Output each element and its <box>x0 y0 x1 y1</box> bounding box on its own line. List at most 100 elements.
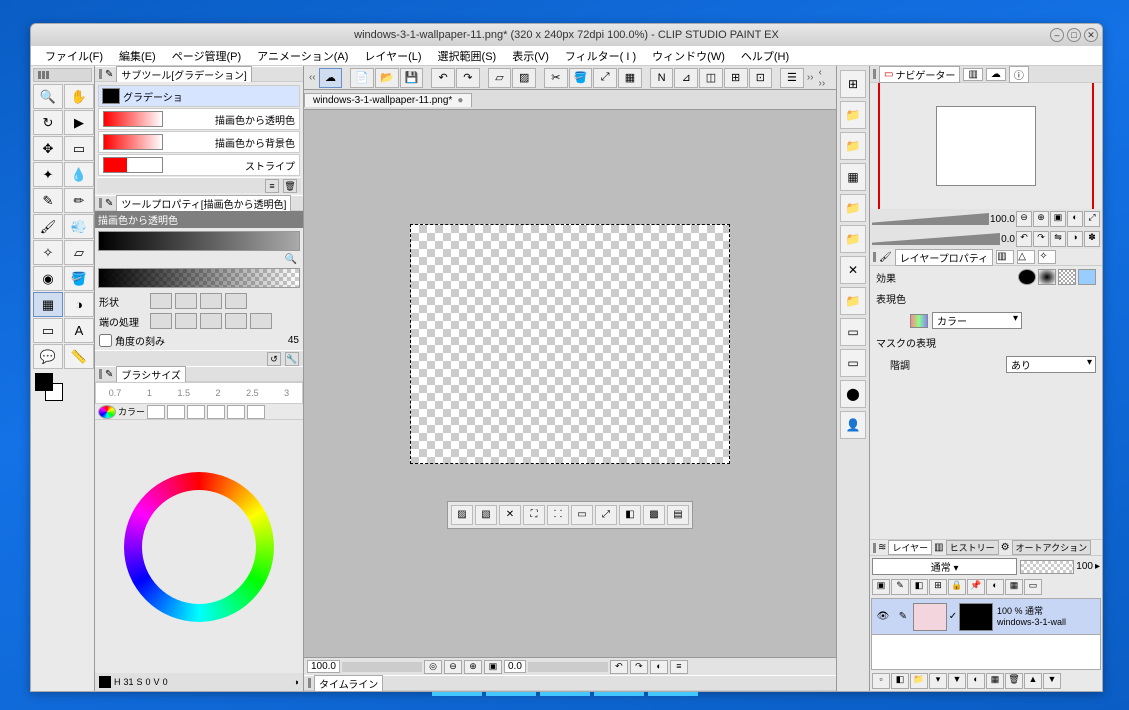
canvas[interactable] <box>410 224 730 464</box>
nav-a[interactable]: ◐ <box>1067 211 1083 227</box>
qa-11[interactable]: 👤 <box>840 411 866 439</box>
minimize-button[interactable]: – <box>1050 28 1064 42</box>
tb-undo[interactable]: ↶ <box>431 68 455 88</box>
autoaction-tab[interactable]: オートアクション <box>1012 540 1092 555</box>
menu-view[interactable]: 表示(V) <box>504 46 557 66</box>
tb-clearout[interactable]: ▨ <box>512 68 536 88</box>
tb-scroll-left[interactable]: ‹‹ <box>307 72 318 83</box>
tool-rotate[interactable]: ↻ <box>33 110 63 135</box>
edge-0[interactable] <box>150 313 172 329</box>
color-tab-5[interactable] <box>227 405 245 419</box>
doc-tab-0[interactable]: windows-3-1-wallpaper-11.png*● <box>304 93 472 107</box>
tb-snap1[interactable]: ⊿ <box>674 68 698 88</box>
tone-combo[interactable]: あり <box>1006 356 1096 373</box>
layer-thumb[interactable] <box>913 603 947 631</box>
tool-balloon[interactable]: 💬 <box>33 344 63 369</box>
eff-tone[interactable] <box>1038 269 1056 285</box>
tool-zoom[interactable]: 🔍 <box>33 84 63 109</box>
blend-combo[interactable]: 通常 ▾ <box>872 558 1017 575</box>
tool-pen[interactable]: ✎ <box>33 188 63 213</box>
lf-folder[interactable]: 📁 <box>910 673 928 689</box>
fb-scale[interactable]: ⤢ <box>595 505 617 525</box>
fb-clearout2[interactable]: ▩ <box>643 505 665 525</box>
lf-newv[interactable]: ◧ <box>891 673 909 689</box>
foot-fg[interactable] <box>99 676 111 688</box>
fb-invert[interactable]: ✕ <box>499 505 521 525</box>
la-8[interactable]: ▭ <box>1024 579 1042 595</box>
tool-air[interactable]: 💨 <box>64 214 94 239</box>
subtool-trash-icon[interactable]: 🗑 <box>283 179 297 193</box>
opacity-slider[interactable] <box>1020 560 1074 574</box>
eff-border[interactable] <box>1018 269 1036 285</box>
tool-movelayer[interactable]: ✥ <box>33 136 63 161</box>
menu-animation[interactable]: アニメーション(A) <box>249 46 356 66</box>
tb-scale[interactable]: ⤢ <box>593 68 617 88</box>
fb-crop[interactable]: ▧ <box>475 505 497 525</box>
subtool-item-2[interactable]: ストライプ <box>98 154 300 176</box>
tb-snap3[interactable]: ⊞ <box>724 68 748 88</box>
history-tab[interactable]: ヒストリー <box>946 540 999 555</box>
angle-check[interactable] <box>99 334 112 347</box>
qa-5[interactable]: 📁 <box>840 225 866 253</box>
brush-ruler[interactable]: 0.711.522.53 <box>95 382 303 404</box>
nav-tab-b[interactable]: ▥ <box>963 68 982 81</box>
sb-zoomfit[interactable]: ◎ <box>424 660 442 674</box>
tool-fill[interactable]: 🪣 <box>64 266 94 291</box>
sb-zoomin[interactable]: ⊕ <box>464 660 482 674</box>
timeline-header[interactable]: タイムライン <box>304 675 836 691</box>
color-swatches[interactable] <box>33 373 92 405</box>
nav-tab[interactable]: ▭ナビゲーター <box>879 66 960 83</box>
lf-merge[interactable]: ▾ <box>929 673 947 689</box>
color-tab-2[interactable] <box>167 405 185 419</box>
qa-2[interactable]: 📁 <box>840 132 866 160</box>
tb-3d[interactable]: N <box>650 68 674 88</box>
fb-deselect[interactable]: ▨ <box>451 505 473 525</box>
tool-marquee[interactable]: ▭ <box>64 136 94 161</box>
render-combo[interactable]: カラー <box>932 312 1022 329</box>
nav-tab-d[interactable]: ⓘ <box>1009 66 1029 83</box>
tool-blend[interactable]: ◉ <box>33 266 63 291</box>
tool-move[interactable]: ✋ <box>64 84 94 109</box>
tb-scroll-right[interactable]: ›› <box>805 72 816 83</box>
nav-zoomout[interactable]: ⊖ <box>1016 211 1032 227</box>
subtool-menu-icon[interactable]: ≡ <box>265 179 279 193</box>
lf-up[interactable]: ▲ <box>1024 673 1042 689</box>
status-angle[interactable]: 0.0 <box>504 660 526 673</box>
layer-tab[interactable]: レイヤー <box>888 540 932 555</box>
qa-8[interactable]: ▭ <box>840 318 866 346</box>
lf-del[interactable]: 🗑 <box>1005 673 1023 689</box>
close-button[interactable]: ✕ <box>1084 28 1098 42</box>
tb-csp-icon[interactable]: ☁ <box>319 68 343 88</box>
nav-b[interactable]: ⤢ <box>1084 211 1100 227</box>
tb-fill[interactable]: 🪣 <box>569 68 593 88</box>
edge-4[interactable] <box>250 313 272 329</box>
edge-1[interactable] <box>175 313 197 329</box>
toolprop-header[interactable]: ✎ ツールプロパティ[描画色から透明色] <box>95 195 303 211</box>
brush-header[interactable]: ✎ ブラシサイズ <box>95 366 303 382</box>
menu-page[interactable]: ページ管理(P) <box>164 46 249 66</box>
la-1[interactable]: ✎ <box>891 579 909 595</box>
tool-pencil[interactable]: ✏ <box>64 188 94 213</box>
sb-full[interactable]: ▣ <box>484 660 502 674</box>
color-tab-6[interactable] <box>247 405 265 419</box>
la-7[interactable]: ▦ <box>1005 579 1023 595</box>
la-0[interactable]: ▣ <box>872 579 890 595</box>
layer-visibility-icon[interactable]: 👁 <box>872 611 894 622</box>
layer-mask-thumb[interactable] <box>959 603 993 631</box>
nav-rot-slider[interactable] <box>872 233 1000 245</box>
tool-operate[interactable]: ▶ <box>64 110 94 135</box>
eff-chk[interactable] <box>1058 269 1076 285</box>
zoom-slider[interactable] <box>342 662 422 672</box>
nav-zoomin[interactable]: ⊕ <box>1033 211 1049 227</box>
nav-zoom-slider[interactable] <box>872 213 989 225</box>
nav-tab-c[interactable]: ☁ <box>986 68 1006 81</box>
tb-open[interactable]: 📂 <box>375 68 399 88</box>
color-wheel[interactable] <box>124 472 274 622</box>
menu-filter[interactable]: フィルター( I ) <box>557 46 644 66</box>
tool-shape[interactable]: ▭ <box>33 318 63 343</box>
menu-selection[interactable]: 選択範囲(S) <box>430 46 505 66</box>
tb-save[interactable]: 💾 <box>400 68 424 88</box>
shape-linear[interactable] <box>150 293 172 309</box>
lp-tab-b[interactable]: △ <box>1017 250 1035 264</box>
menu-layer[interactable]: レイヤー(L) <box>356 46 429 66</box>
